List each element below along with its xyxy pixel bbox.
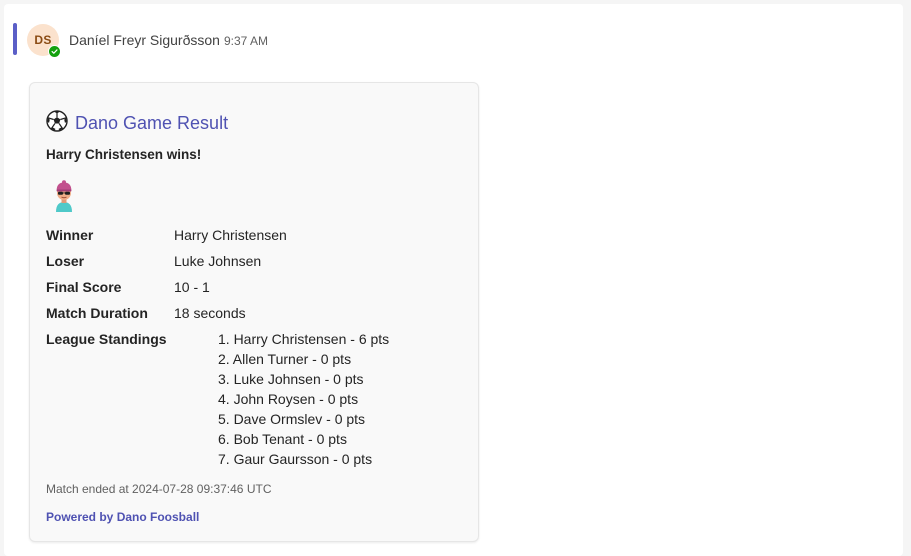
powered-by-link[interactable]: Powered by Dano Foosball	[46, 510, 199, 524]
fact-key: Final Score	[46, 279, 122, 295]
soccer-ball-icon	[46, 110, 68, 137]
adaptive-card: Dano Game Result Harry Christensen wins!…	[29, 82, 479, 542]
avatar-initials: DS	[34, 33, 52, 47]
fact-key: Loser	[46, 253, 85, 269]
list-item: 5. Dave Ormslev - 0 pts	[218, 411, 366, 427]
fact-key: Match Duration	[46, 305, 148, 321]
card-title-text: Dano Game Result	[75, 113, 229, 133]
message-timestamp: 9:37 AM	[224, 34, 269, 48]
fact-row-match-duration: Match Duration 18 seconds	[46, 303, 466, 329]
fact-value: 10 - 1	[174, 279, 210, 295]
list-item: 2. Allen Turner - 0 pts	[218, 351, 352, 367]
list-item: 3. Luke Johnsen - 0 pts	[218, 371, 364, 387]
list-item: 7. Gaur Gaursson - 0 pts	[218, 451, 373, 467]
league-standings-list: 1. Harry Christensen - 6 pts 2. Allen Tu…	[174, 329, 389, 469]
fact-value: 18 seconds	[174, 305, 246, 321]
fact-key: League Standings	[46, 331, 167, 347]
sender-name[interactable]: Daníel Freyr Sigurðsson	[69, 32, 220, 48]
player-avatar-icon	[50, 179, 78, 218]
fact-value: Harry Christensen	[174, 227, 287, 243]
message-container: DS Daníel Freyr Sigurðsson 9:37 AM Dano …	[4, 4, 903, 556]
list-item: 6. Bob Tenant - 0 pts	[218, 431, 347, 447]
list-item: 1. Harry Christensen - 6 pts	[218, 331, 390, 347]
fact-key: Winner	[46, 227, 94, 243]
fact-row-final-score: Final Score 10 - 1	[46, 277, 466, 303]
fact-row-winner: Winner Harry Christensen	[46, 225, 466, 251]
card-title: Dano Game Result	[46, 110, 228, 137]
fact-set: Winner Harry Christensen Loser Luke John…	[46, 225, 466, 469]
fact-row-league-standings: League Standings 1. Harry Christensen - …	[46, 329, 466, 469]
match-ended-text: Match ended at 2024-07-28 09:37:46 UTC	[46, 482, 272, 496]
list-item: 4. John Roysen - 0 pts	[218, 391, 359, 407]
presence-available-icon	[48, 45, 61, 58]
fact-row-loser: Loser Luke Johnsen	[46, 251, 466, 277]
fact-value: Luke Johnsen	[174, 253, 262, 269]
message-accent-bar	[13, 23, 17, 55]
winner-announcement: Harry Christensen wins!	[46, 147, 202, 162]
